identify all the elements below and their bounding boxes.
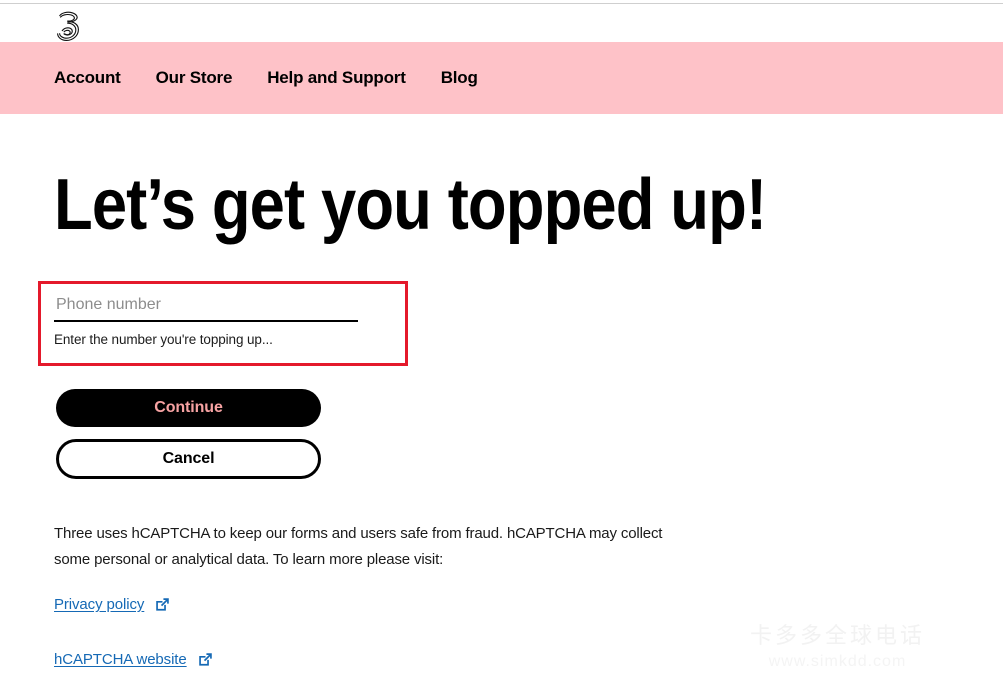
external-link-icon — [198, 652, 213, 667]
watermark-chinese-text: 卡多多全球电话 — [749, 623, 925, 648]
site-watermark: 卡多多全球电话 www.simkdd.com — [750, 622, 925, 674]
nav-item-our-store[interactable]: Our Store — [156, 68, 233, 88]
continue-button[interactable]: Continue — [56, 389, 321, 427]
phone-number-input[interactable] — [54, 296, 358, 322]
phone-field-group: Enter the number you're topping up... — [54, 296, 358, 347]
cancel-button[interactable]: Cancel — [56, 439, 321, 479]
page-title: Let’s get you topped up! — [54, 165, 767, 245]
hcaptcha-notice-text: Three uses hCAPTCHA to keep our forms an… — [54, 525, 663, 568]
hcaptcha-website-link-label: hCAPTCHA website — [54, 651, 187, 668]
privacy-policy-link-label: Privacy policy — [54, 596, 145, 613]
privacy-policy-link[interactable]: Privacy policy — [54, 596, 170, 613]
hcaptcha-website-link[interactable]: hCAPTCHA website — [54, 651, 213, 668]
nav-list: Account Our Store Help and Support Blog — [0, 68, 478, 88]
phone-field-help-text: Enter the number you're topping up... — [54, 332, 273, 347]
logo-bar — [0, 4, 1003, 42]
external-link-icon — [155, 597, 170, 612]
nav-item-account[interactable]: Account — [54, 68, 121, 88]
main-navigation: Account Our Store Help and Support Blog — [0, 42, 1003, 114]
nav-item-help-and-support[interactable]: Help and Support — [267, 68, 406, 88]
watermark-url-text: www.simkdd.com — [768, 653, 907, 670]
nav-item-blog[interactable]: Blog — [441, 68, 478, 88]
three-logo-icon[interactable] — [54, 10, 84, 42]
